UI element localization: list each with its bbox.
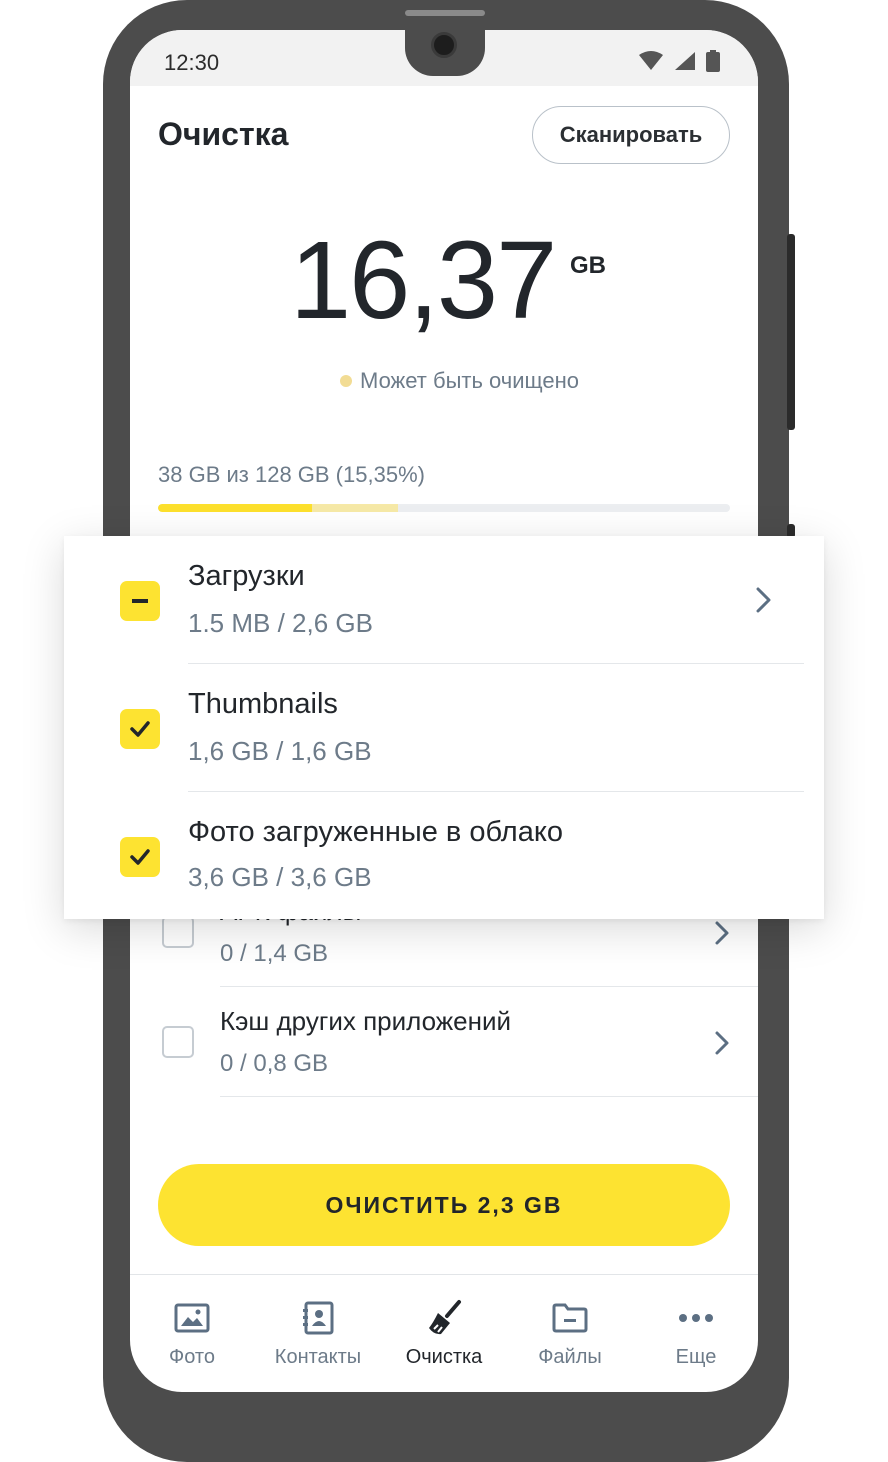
list-item-size: 1.5 MB / 2,6 GB — [188, 608, 373, 638]
nav-label: Еще — [675, 1346, 717, 1368]
scan-button[interactable]: Сканировать — [532, 106, 730, 164]
list-item-title: Фото загруженные в облако — [188, 816, 563, 848]
storage-used-fill — [158, 504, 313, 512]
highlighted-category-card: Загрузки 1.5 MB / 2,6 GB Thumbnails 1,6 … — [64, 536, 824, 919]
broom-icon — [429, 1300, 461, 1335]
folder-icon — [552, 1303, 588, 1333]
divider — [220, 1096, 758, 1097]
cleanable-legend-dot — [340, 375, 352, 387]
nav-label: Контакты — [274, 1346, 362, 1368]
minus-icon — [132, 599, 148, 603]
storage-cleanable-fill — [312, 504, 399, 512]
checkbox-apk[interactable] — [162, 916, 194, 948]
nav-item-cleanup[interactable]: Очистка — [384, 1298, 504, 1369]
power-button — [787, 234, 795, 430]
cleanable-note-text: Может быть очищено — [360, 368, 580, 393]
list-item-title: Кэш других приложений — [220, 1006, 512, 1036]
contacts-icon — [303, 1301, 334, 1335]
signal-icon — [675, 52, 695, 70]
image-icon — [174, 1303, 210, 1333]
storage-progress-bar — [158, 504, 730, 512]
nav-label: Фото — [169, 1346, 215, 1368]
cleanable-note: Может быть очищено — [340, 368, 579, 394]
front-camera-icon — [431, 32, 457, 58]
list-item-size: 0 / 1,4 GB — [220, 940, 329, 967]
nav-item-files[interactable]: Файлы — [510, 1298, 630, 1369]
checkbox-downloads-partial[interactable] — [120, 581, 160, 621]
divider — [188, 663, 804, 664]
status-time: 12:30 — [164, 50, 220, 75]
cleanable-amount: 16,37 — [290, 219, 557, 342]
check-icon — [130, 849, 150, 865]
checkbox-cloud-photos[interactable] — [120, 837, 160, 877]
wifi-icon — [639, 51, 663, 70]
checkbox-app-cache[interactable] — [162, 1026, 194, 1058]
battery-icon — [706, 50, 720, 72]
nav-label: Файлы — [538, 1346, 602, 1368]
list-item-size: 1,6 GB / 1,6 GB — [188, 736, 372, 766]
divider — [220, 986, 758, 987]
nav-label: Очистка — [405, 1346, 483, 1368]
page-title: Очистка — [158, 116, 289, 152]
chevron-right-icon[interactable] — [754, 586, 772, 614]
cleanable-unit: GB — [570, 252, 606, 279]
chevron-right-icon[interactable] — [714, 1030, 730, 1056]
checkbox-thumbnails[interactable] — [120, 709, 160, 749]
speaker-grille — [405, 10, 485, 16]
list-item-size: 0 / 0,8 GB — [220, 1050, 329, 1077]
nav-item-photos[interactable]: Фото — [132, 1298, 252, 1369]
nav-item-more[interactable]: Еще — [636, 1298, 756, 1369]
chevron-right-icon[interactable] — [714, 920, 730, 946]
check-icon — [130, 721, 150, 737]
more-icon — [679, 1314, 713, 1322]
list-item-title: Загрузки — [188, 560, 305, 592]
divider — [188, 791, 804, 792]
list-item-size: 3,6 GB / 3,6 GB — [188, 862, 372, 892]
bottom-nav-divider — [130, 1274, 758, 1275]
clean-button[interactable]: ОЧИСТИТЬ 2,3 GB — [158, 1164, 730, 1246]
storage-usage-text: 38 GB из 128 GB (15,35%) — [158, 462, 425, 487]
nav-item-contacts[interactable]: Контакты — [258, 1298, 378, 1369]
list-item-title: Thumbnails — [188, 688, 338, 720]
